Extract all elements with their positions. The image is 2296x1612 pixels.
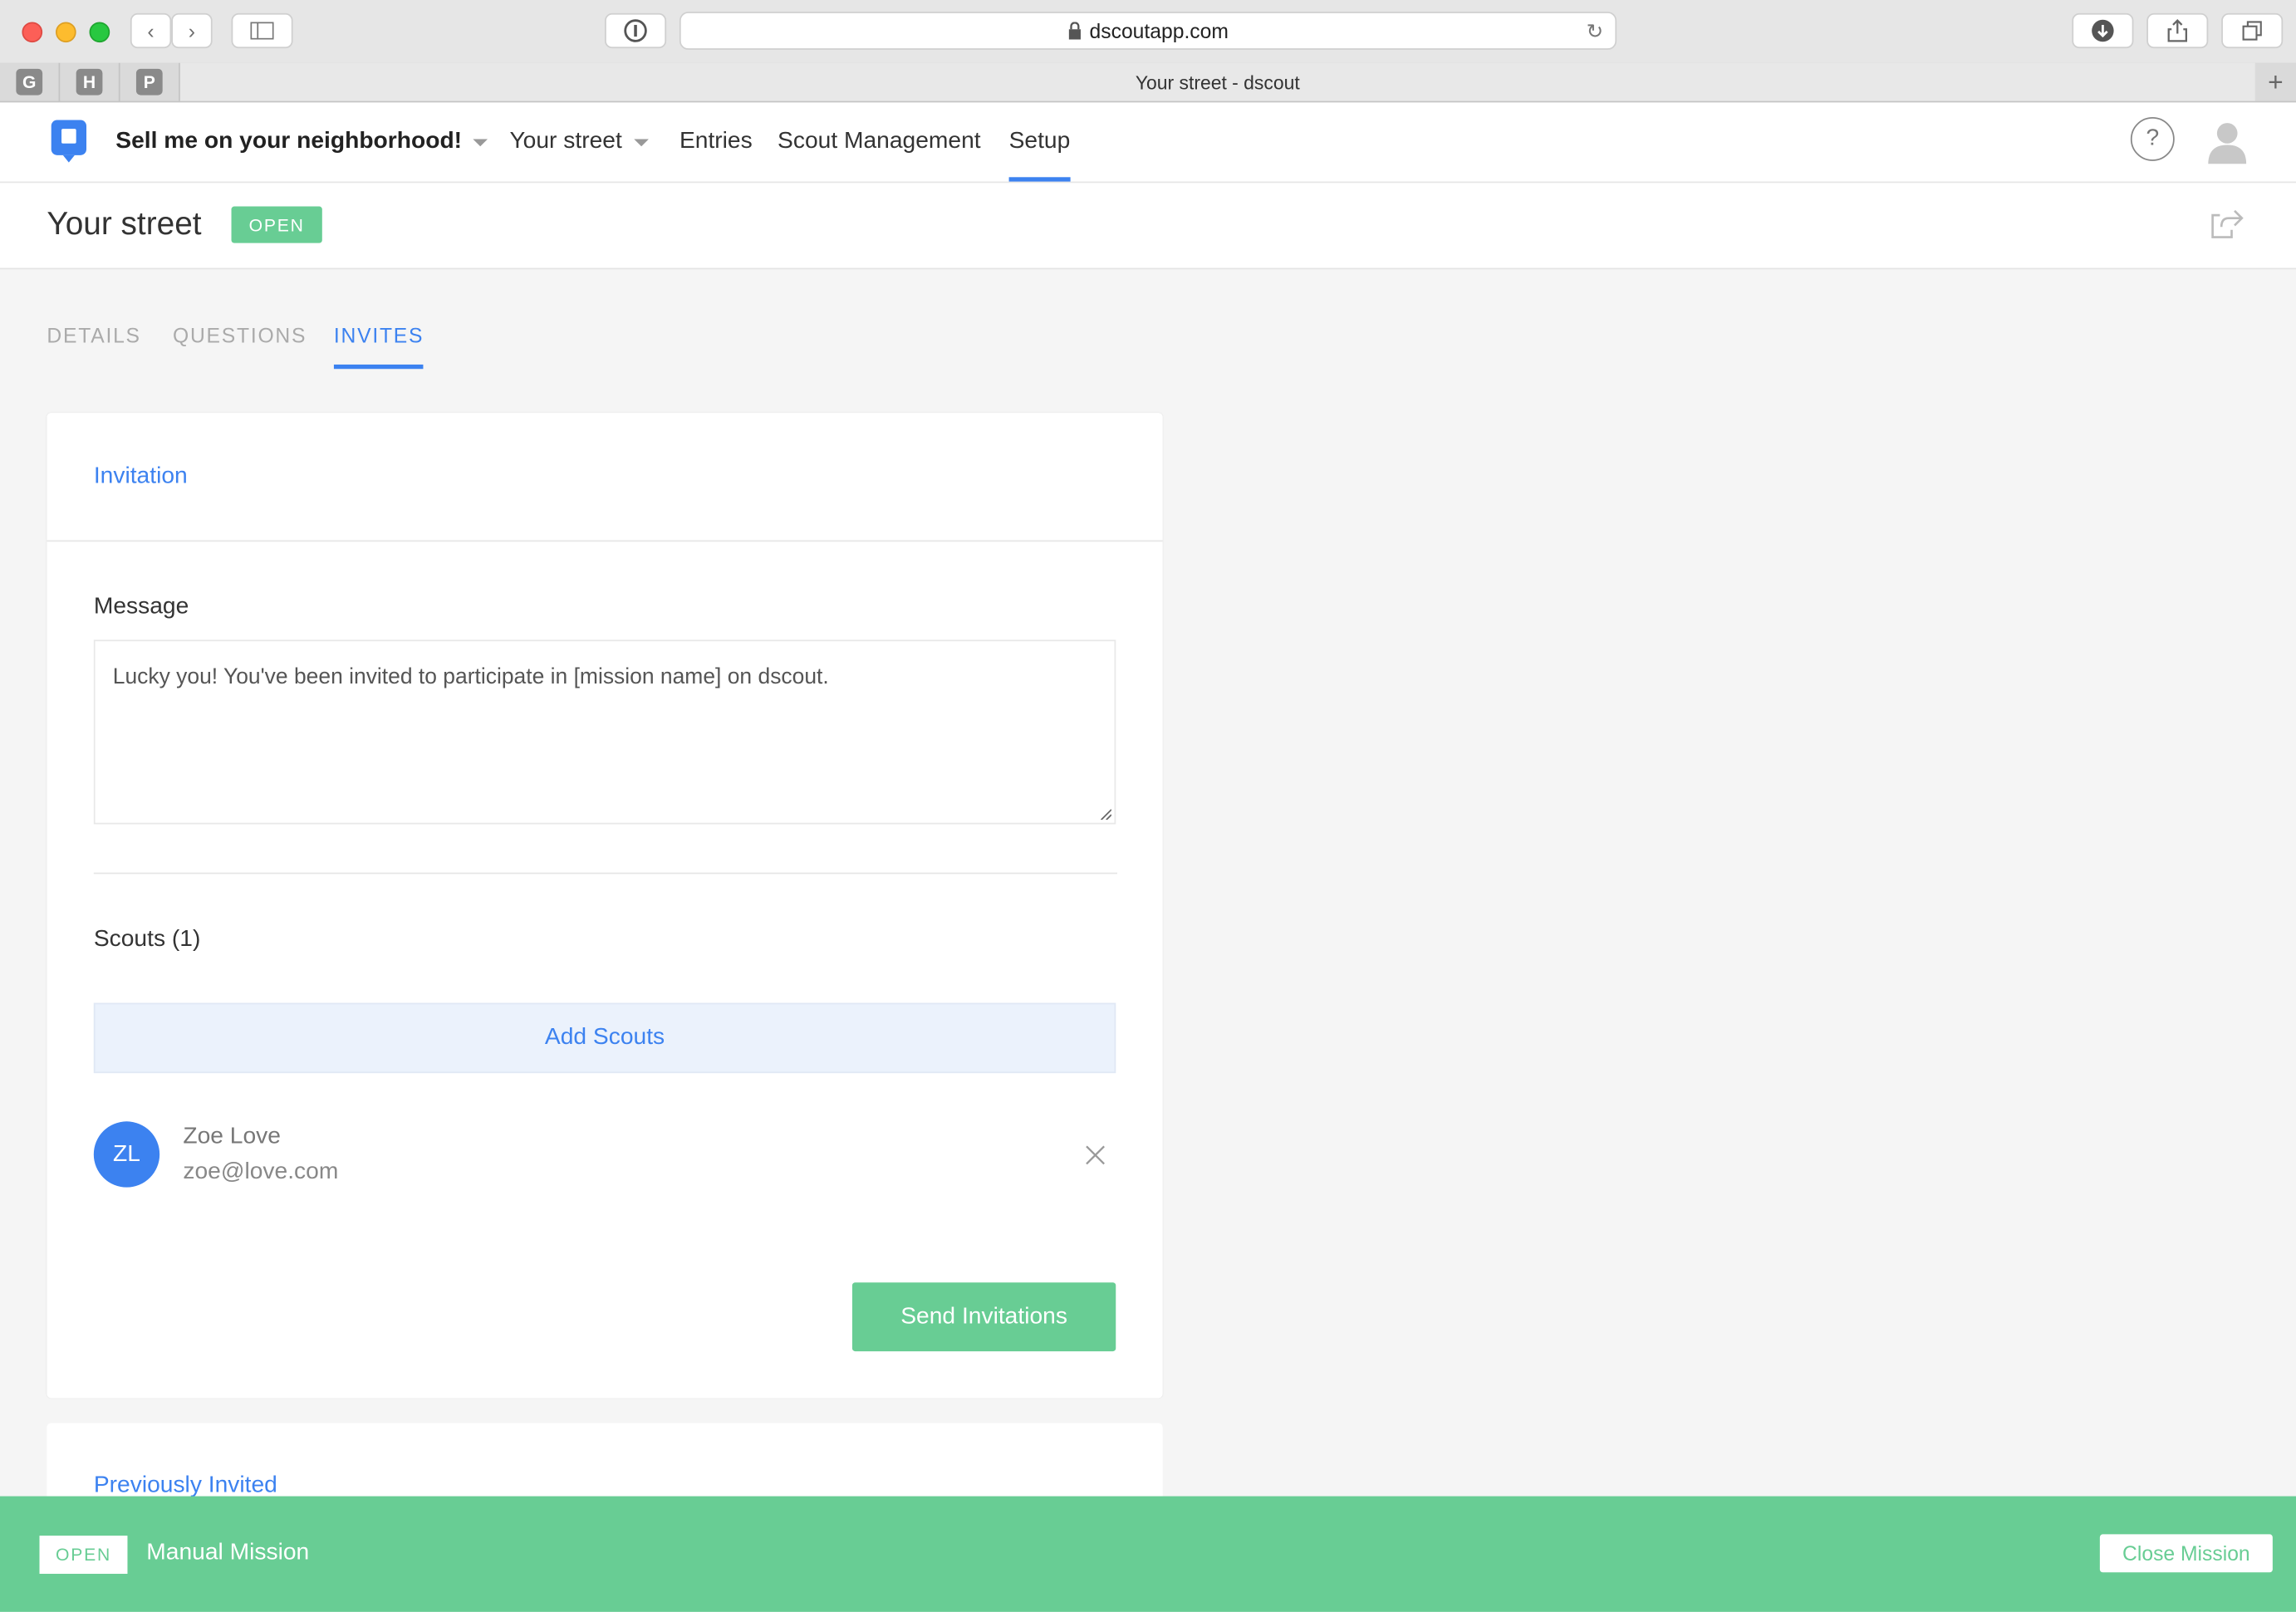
lock-icon [1068, 22, 1081, 40]
divider [93, 872, 1118, 875]
page-title: Your street [47, 204, 202, 242]
tab-questions[interactable]: QUESTIONS [173, 324, 307, 347]
minimize-window-button[interactable] [55, 22, 76, 43]
part-selector[interactable]: Your street [509, 102, 649, 181]
remove-scout-close-icon[interactable] [1083, 1144, 1106, 1167]
browser-tab-bar: G H P Your street - dscout + [0, 62, 2296, 103]
invitation-card: Invitation Message Lucky you! You've bee… [47, 413, 1163, 1399]
invitation-heading: Invitation [93, 463, 188, 489]
caret-down-icon [633, 138, 649, 146]
password-manager-button[interactable] [605, 12, 667, 49]
chevron-right-icon: › [188, 18, 196, 43]
dscout-logo[interactable] [51, 120, 87, 163]
browser-toolbar: ‹ › dscoutapp.com ↻ [0, 0, 2296, 65]
sidebar-toggle-button[interactable] [231, 12, 293, 49]
message-textarea[interactable]: Lucky you! You've been invited to partic… [93, 639, 1116, 825]
scouts-label: Scouts (1) [93, 926, 201, 952]
send-invitations-button[interactable]: Send Invitations [851, 1282, 1116, 1352]
add-scouts-button[interactable]: Add Scouts [93, 1002, 1116, 1074]
url-text: dscoutapp.com [1089, 18, 1229, 43]
plus-icon: + [2268, 66, 2284, 96]
new-tab-button[interactable]: + [2255, 63, 2296, 101]
share-button[interactable] [2146, 12, 2209, 49]
sidebar-icon [250, 22, 274, 40]
footer-status-badge: OPEN [39, 1536, 128, 1575]
scout-email: zoe@love.com [183, 1159, 339, 1185]
pinned-tab-g[interactable]: G [0, 62, 61, 101]
address-bar[interactable]: dscoutapp.com ↻ [679, 12, 1617, 50]
tabs-overview-button[interactable] [2221, 12, 2284, 49]
active-browser-tab[interactable]: Your street - dscout [179, 62, 2255, 101]
tabs-icon [2242, 21, 2262, 41]
previously-invited-heading[interactable]: Previously Invited [94, 1472, 277, 1499]
question-icon: ? [2146, 125, 2160, 151]
share-icon [2167, 19, 2188, 42]
nav-setup[interactable]: Setup [1008, 102, 1070, 182]
mission-type-label: Manual Mission [146, 1540, 310, 1565]
resize-handle-icon[interactable] [1100, 808, 1111, 821]
scout-avatar: ZL [93, 1121, 160, 1188]
status-badge: OPEN [231, 206, 322, 243]
tab-invites[interactable]: INVITES [333, 324, 425, 370]
page-header: Your street OPEN [0, 183, 2296, 270]
reload-icon[interactable]: ↻ [1587, 19, 1604, 44]
forward-button[interactable]: › [171, 12, 213, 49]
close-window-button[interactable] [22, 22, 43, 43]
download-icon [2092, 19, 2114, 42]
nav-scout-management[interactable]: Scout Management [778, 102, 981, 181]
back-button[interactable]: ‹ [130, 12, 172, 49]
help-button[interactable]: ? [2130, 117, 2175, 161]
share-export-icon[interactable] [2211, 209, 2244, 238]
message-label: Message [93, 594, 189, 620]
onepassword-icon [624, 19, 647, 42]
pinned-tab-h[interactable]: H [60, 62, 120, 101]
close-mission-button[interactable]: Close Mission [2099, 1534, 2273, 1573]
mission-selector[interactable]: Sell me on your neighborhood! [115, 102, 488, 181]
scout-name: Zoe Love [183, 1124, 281, 1149]
downloads-button[interactable] [2072, 12, 2134, 49]
app-navbar: Sell me on your neighborhood! Your stree… [0, 102, 2296, 184]
user-avatar-icon[interactable] [2207, 120, 2248, 164]
chevron-left-icon: ‹ [147, 18, 155, 43]
tab-details[interactable]: DETAILS [47, 324, 140, 347]
divider [47, 540, 1163, 542]
nav-entries[interactable]: Entries [679, 102, 753, 181]
zoom-window-button[interactable] [89, 22, 110, 43]
pinned-tab-p[interactable]: P [120, 62, 180, 101]
mission-status-bar: OPEN Manual Mission Close Mission [0, 1496, 2296, 1612]
caret-down-icon [473, 138, 488, 146]
